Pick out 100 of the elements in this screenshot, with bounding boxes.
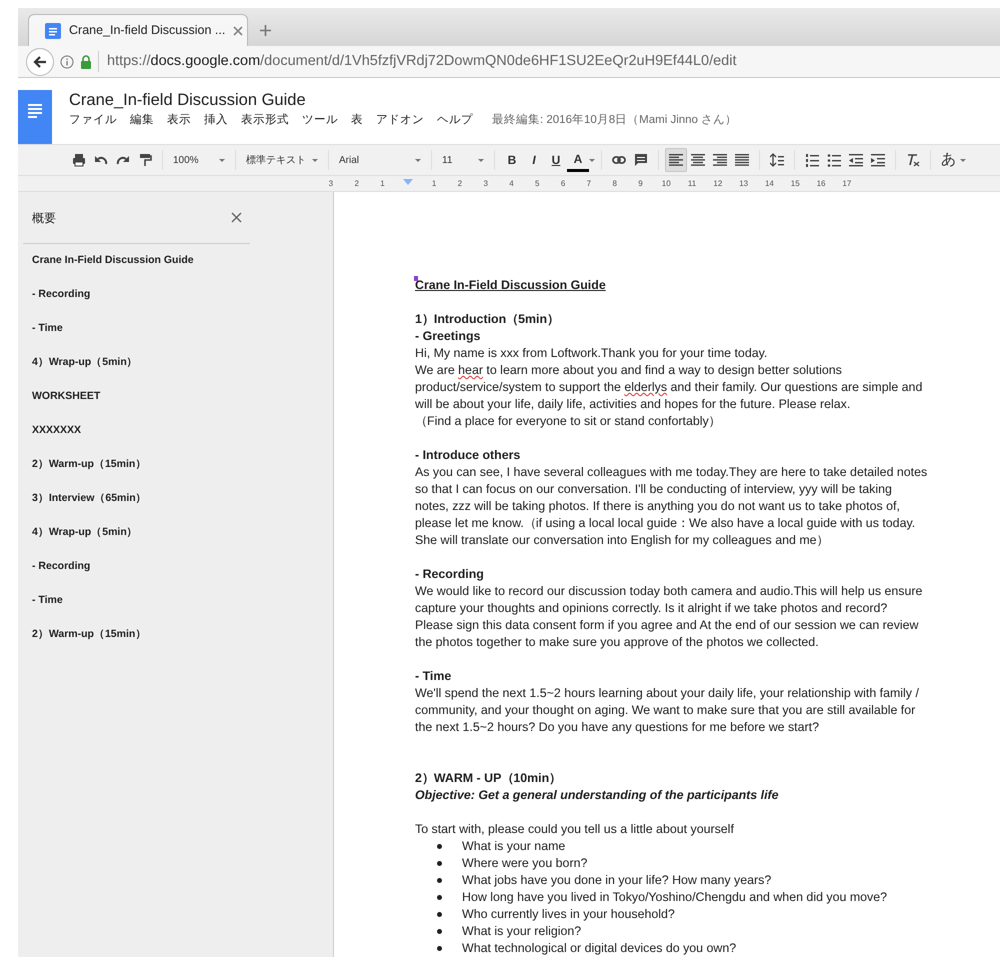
zoom-dropdown[interactable]: 100%	[169, 148, 229, 172]
numbered-list-icon	[805, 153, 819, 167]
italic-button[interactable]: I	[523, 148, 545, 172]
paragraph: We'll spend the next 1.5~2 hours learning about your daily life, your relationship with family / community, and your thought on aging. We want to make sure that you are still available for the next 1.5~2 hours? Do you have any questions for me before we start?	[415, 685, 920, 736]
outline-item[interactable]: XXXXXXX	[32, 414, 333, 448]
clear-formatting-icon	[906, 153, 920, 167]
caret-icon	[219, 158, 225, 162]
list-item: What is your name	[462, 838, 566, 855]
ruler-number: 6	[560, 178, 566, 190]
menu-item[interactable]: ツール	[302, 112, 338, 130]
underline-button[interactable]: U	[545, 148, 567, 172]
decrease-indent-icon	[849, 153, 863, 167]
font-size-dropdown[interactable]: 11	[438, 148, 488, 172]
caret-icon	[478, 158, 484, 162]
menu-item[interactable]: ファイル	[69, 112, 117, 130]
outline-item[interactable]: 2）Warm-up（15min）	[32, 448, 333, 482]
list-item: Who currently lives in your household?	[462, 906, 675, 923]
ruler-number: 15	[790, 178, 801, 190]
input-tools-button[interactable]: あ	[937, 148, 960, 172]
menu-item[interactable]: 表	[351, 112, 363, 130]
document-title[interactable]: Crane_In-field Discussion Guide	[69, 90, 738, 110]
outline-item[interactable]: - Recording	[32, 550, 333, 584]
list-item: What is your religion?	[462, 923, 582, 940]
justify-icon	[735, 153, 749, 167]
menu-item[interactable]: アドオン	[376, 112, 424, 130]
bulleted-list-icon	[827, 153, 841, 167]
subheading: - Recording	[415, 566, 484, 583]
menu-item[interactable]: 表示	[167, 112, 191, 130]
line-spacing-icon	[770, 153, 784, 167]
ruler-number: 9	[637, 178, 644, 190]
align-left-icon	[669, 153, 683, 167]
paragraph: Hi, My name is xxx from Loftwork.Thank you for your time today.	[415, 345, 768, 362]
outline-item[interactable]: 4）Wrap-up（5min）	[32, 346, 333, 380]
list-item: Where were you born?	[462, 855, 588, 872]
outline-item[interactable]: - Time	[32, 584, 333, 618]
paragraph: We would like to record our discussion today both camera and audio.This will help us ensure capture your thoughts and opinions correctly. Is it alright if we take photos and record? Please sign this data consent form if you agree and At the end of our session we can review the photos together to make sure you approve of the photos we collected.	[415, 583, 924, 651]
outline-item[interactable]: WORKSHEET	[32, 380, 333, 414]
text-color-button[interactable]: A	[567, 148, 589, 172]
ruler-number: 14	[764, 178, 775, 190]
menu-item[interactable]: 挿入	[204, 112, 228, 130]
info-icon[interactable]	[60, 54, 74, 68]
caret-icon	[312, 158, 318, 162]
outline-title: 概要	[32, 210, 56, 226]
ruler-number: 1	[379, 178, 386, 190]
paragraph: To start with, please could you tell us a little about yourself	[415, 821, 735, 838]
ruler-number: 10	[660, 178, 672, 190]
menu-item[interactable]: 編集	[130, 112, 154, 130]
comment-icon	[634, 153, 648, 167]
document-heading: Crane In-Field Discussion Guide	[415, 277, 606, 294]
subheading: - Greetings	[415, 328, 480, 345]
bullet-icon	[437, 844, 442, 849]
indent-marker-icon[interactable]	[403, 179, 414, 188]
align-right-icon	[713, 153, 727, 167]
caret-icon	[960, 158, 966, 162]
back-arrow-icon	[33, 54, 47, 68]
increase-indent-icon	[871, 153, 885, 167]
ruler-number: 1	[430, 178, 438, 190]
browser-tab[interactable]: Crane_In-field Discussion ...	[28, 14, 248, 46]
paragraph: We are hear to learn more about you and find a way to design better solutions product/service/system to support the elderlys and their family. Our questions are simple and will be about your life, daily life, activities and hopes for the future. Please relax.	[415, 362, 924, 413]
close-tab-icon[interactable]	[233, 26, 244, 36]
ruler-number: 2	[353, 178, 360, 190]
ruler-number: 8	[611, 178, 618, 190]
ruler-number: 5	[534, 178, 540, 190]
new-tab-icon[interactable]	[260, 25, 271, 36]
subheading: - Introduce others	[415, 447, 520, 464]
style-dropdown[interactable]: 標準テキスト	[242, 148, 322, 172]
ruler-number: 11	[686, 178, 698, 190]
outline-item[interactable]: 3）Interview（65min）	[32, 482, 333, 516]
ruler-number: 4	[508, 178, 515, 190]
tab-title: Crane_In-field Discussion ...	[69, 22, 226, 40]
back-button[interactable]	[26, 48, 54, 76]
ruler-number: 13	[738, 178, 750, 190]
link-icon	[612, 153, 626, 167]
font-dropdown[interactable]: Arial	[335, 148, 425, 172]
objective-text: Objective: Get a general understanding of the participants life	[415, 787, 779, 804]
bullet-icon	[437, 861, 442, 866]
docs-logo-icon	[28, 104, 42, 118]
outline-item[interactable]: 2）Warm-up（15min）	[32, 618, 333, 652]
outline-item[interactable]: - Recording	[32, 278, 333, 312]
bullet-icon	[437, 878, 442, 883]
cursor-marker	[414, 276, 418, 281]
outline-item[interactable]: - Time	[32, 312, 333, 346]
subheading: - Time	[415, 668, 452, 685]
bold-button[interactable]: B	[501, 148, 523, 172]
bullet-icon	[437, 912, 442, 917]
menu-item[interactable]: 表示形式	[241, 112, 289, 130]
align-left-button[interactable]	[665, 148, 687, 172]
ruler-number: 2	[456, 178, 464, 190]
menu-item[interactable]: ヘルプ	[437, 112, 473, 130]
paint-format-icon	[138, 153, 152, 167]
last-edit-link[interactable]: 最終編集: 2016年10月8日（Mami Jinno さん）	[492, 112, 738, 130]
lock-icon	[80, 54, 92, 68]
bullet-icon	[437, 895, 442, 900]
outline-item[interactable]: 4）Wrap-up（5min）	[32, 516, 333, 550]
outline-item[interactable]: Crane In-Field Discussion Guide	[32, 244, 333, 278]
undo-icon	[94, 153, 108, 167]
ruler-number: 12	[712, 178, 724, 190]
align-center-icon	[691, 153, 705, 167]
close-icon[interactable]	[231, 212, 242, 223]
bullet-icon	[437, 946, 442, 951]
